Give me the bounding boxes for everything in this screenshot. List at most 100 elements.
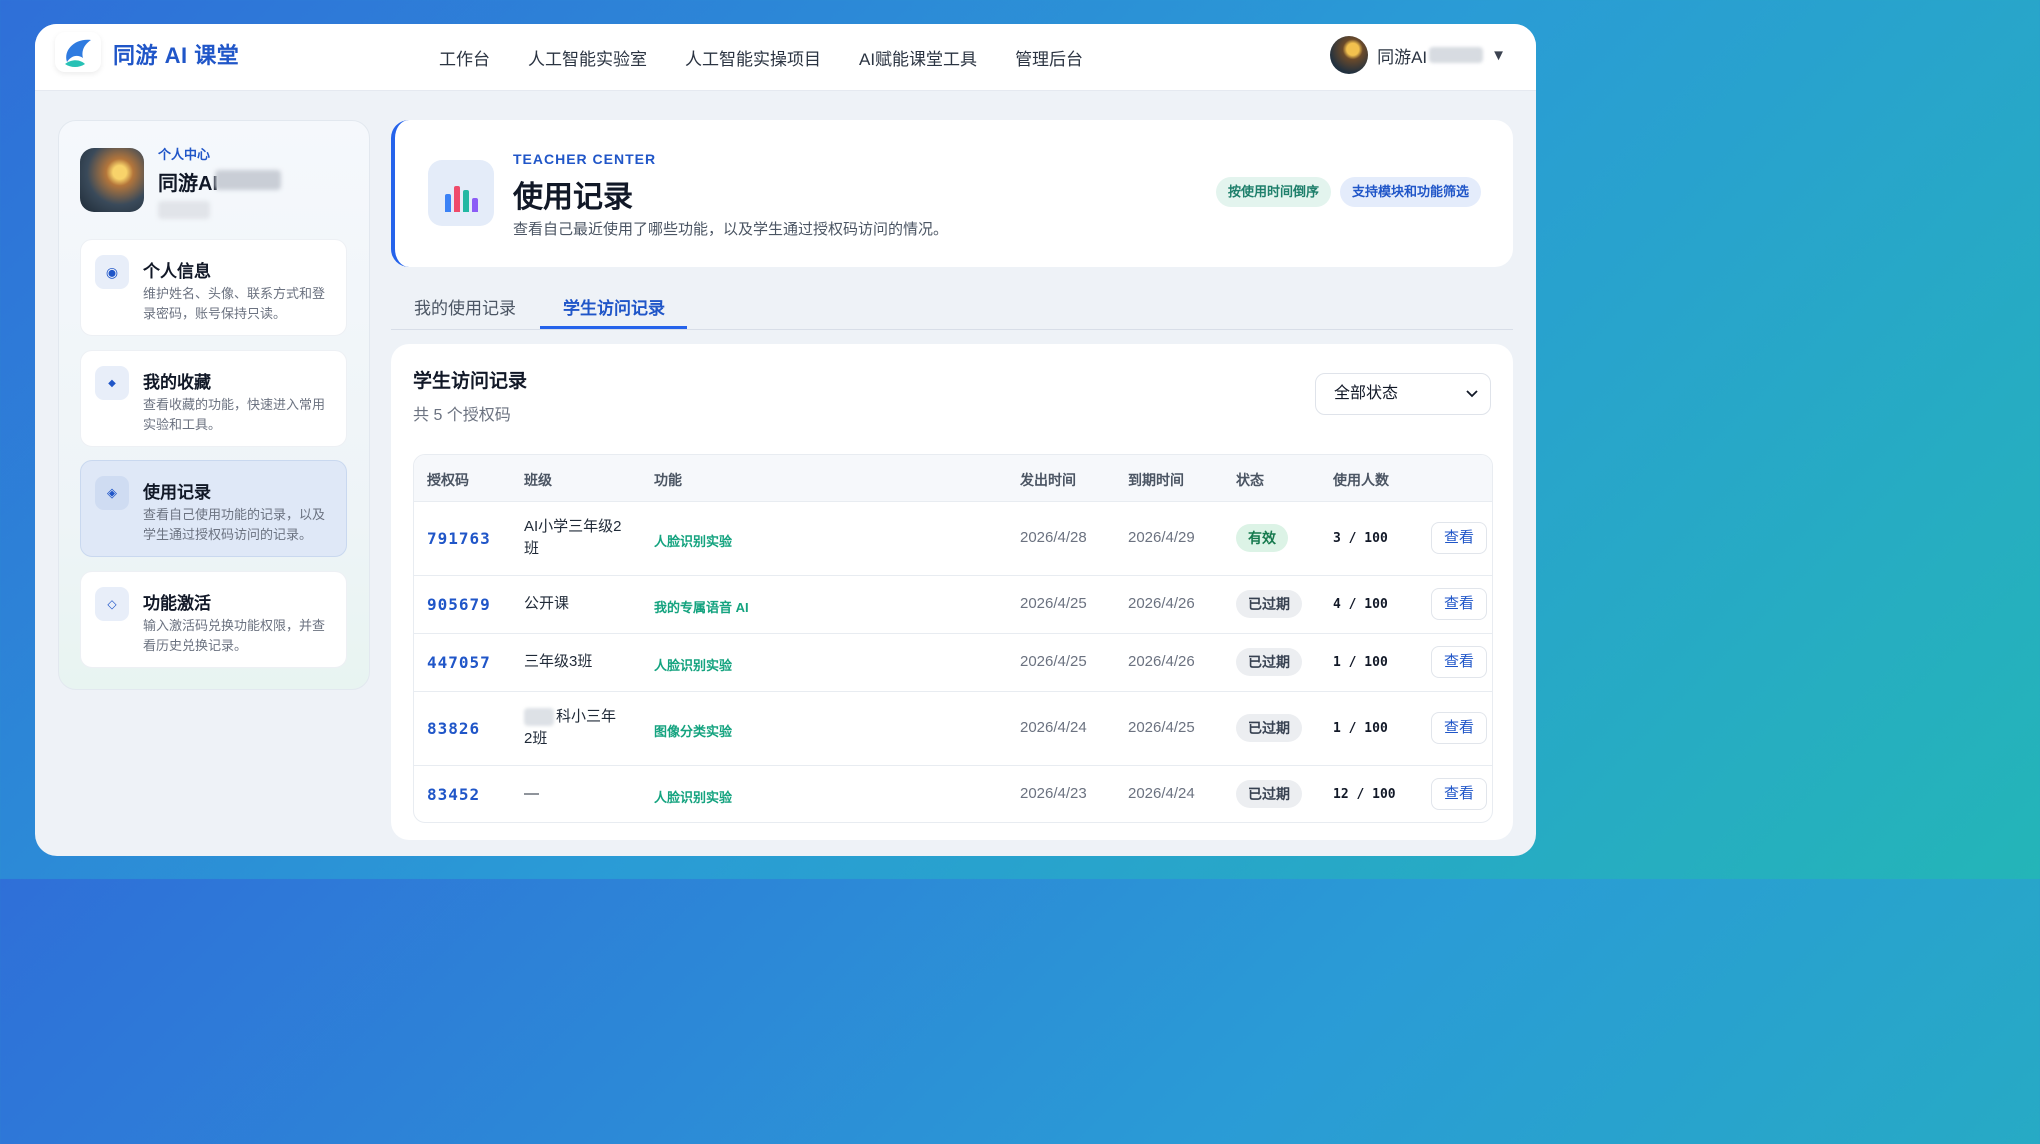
- column-header: 授权码: [427, 472, 469, 488]
- sidebar-item-title: 个人信息: [143, 262, 211, 281]
- record-tabs: 我的使用记录 学生访问记录: [391, 282, 1513, 330]
- tab-student-access[interactable]: 学生访问记录: [563, 294, 665, 319]
- sidebar-item-desc: 查看收藏的功能，快速进入常用实验和工具。: [143, 397, 326, 432]
- access-table: 授权码 班级 功能 发出时间 到期时间 状态 使用人数 791763 AI小学三…: [413, 454, 1493, 823]
- status-badge: 有效: [1236, 524, 1288, 552]
- active-tab-indicator: [540, 326, 687, 329]
- usage-count: 1 / 100: [1333, 655, 1388, 670]
- table-row: 83826 科小三年2班 图像分类实验 2026/4/24 2026/4/25 …: [414, 692, 1492, 766]
- sidebar-item-title: 使用记录: [143, 483, 211, 502]
- sidebar-item-favorites[interactable]: ◆ 我的收藏 查看收藏的功能，快速进入常用实验和工具。: [80, 350, 347, 447]
- view-button[interactable]: 查看: [1431, 522, 1487, 554]
- redacted-text: [524, 708, 554, 727]
- nav-item-ai-projects[interactable]: 人工智能实操项目: [685, 45, 821, 70]
- table-row: 791763 AI小学三年级2班 人脸识别实验 2026/4/28 2026/4…: [414, 502, 1492, 576]
- class-name: 公开课: [524, 595, 570, 612]
- issued-date: 2026/4/25: [1020, 595, 1087, 612]
- student-access-card: 学生访问记录 共 5 个授权码 全部状态 授权码 班级 功能 发出时间 到期时间…: [391, 344, 1513, 840]
- table-row: 905679 公开课 我的专属语音 AI 2026/4/25 2026/4/26…: [414, 576, 1492, 634]
- function-name: 我的专属语音 AI: [654, 600, 749, 615]
- auth-code[interactable]: 905679: [427, 595, 491, 614]
- table-row: 83452 — 人脸识别实验 2026/4/23 2026/4/24 已过期 1…: [414, 766, 1492, 822]
- view-button[interactable]: 查看: [1431, 712, 1487, 744]
- card-title: 学生访问记录: [413, 371, 528, 392]
- page-kicker: TEACHER CENTER: [513, 151, 657, 167]
- sidebar-item-title: 我的收藏: [143, 373, 211, 392]
- profile-avatar: [80, 148, 144, 212]
- expire-date: 2026/4/25: [1128, 719, 1195, 736]
- status-filter-select[interactable]: 全部状态: [1315, 373, 1491, 415]
- status-filter-value: 全部状态: [1334, 385, 1399, 402]
- chevron-down-icon[interactable]: ▼: [1491, 47, 1506, 64]
- class-name: 科小三年2班: [524, 708, 617, 747]
- class-name: 三年级3班: [524, 653, 593, 670]
- diamond-icon: ◆: [95, 366, 129, 400]
- issued-date: 2026/4/24: [1020, 719, 1087, 736]
- page-header: TEACHER CENTER 使用记录 查看自己最近使用了哪些功能，以及学生通过…: [391, 120, 1513, 267]
- profile-section-label: 个人中心: [158, 147, 211, 162]
- usage-count: 4 / 100: [1333, 597, 1388, 612]
- nav-item-admin[interactable]: 管理后台: [1015, 45, 1083, 70]
- auth-code[interactable]: 791763: [427, 529, 491, 548]
- sidebar-item-profile-info[interactable]: ◉ 个人信息 维护姓名、头像、联系方式和登录密码，账号保持只读。: [80, 239, 347, 336]
- view-button[interactable]: 查看: [1431, 778, 1487, 810]
- auth-code[interactable]: 83452: [427, 785, 480, 804]
- diamond-outline-icon: ◇: [95, 587, 129, 621]
- issued-date: 2026/4/28: [1020, 529, 1087, 546]
- expire-date: 2026/4/26: [1128, 595, 1195, 612]
- column-header: 到期时间: [1128, 472, 1184, 488]
- status-badge: 已过期: [1236, 648, 1302, 676]
- view-button[interactable]: 查看: [1431, 646, 1487, 678]
- column-header: 使用人数: [1333, 472, 1389, 488]
- tab-my-usage[interactable]: 我的使用记录: [414, 294, 516, 319]
- page-title: 使用记录: [513, 181, 633, 214]
- class-name: —: [524, 785, 539, 802]
- brand-name[interactable]: 同游 AI 课堂: [113, 38, 239, 70]
- sidebar-item-desc: 查看自己使用功能的记录，以及学生通过授权码访问的记录。: [143, 507, 326, 542]
- column-header: 发出时间: [1020, 472, 1076, 488]
- view-button[interactable]: 查看: [1431, 588, 1487, 620]
- main-nav: 工作台 人工智能实验室 人工智能实操项目 AI赋能课堂工具 管理后台: [439, 24, 1121, 90]
- page-subtitle: 查看自己最近使用了哪些功能，以及学生通过授权码访问的情况。: [513, 221, 949, 238]
- avatar[interactable]: [1330, 36, 1369, 74]
- function-name: 人脸识别实验: [654, 534, 733, 549]
- usage-count: 12 / 100: [1333, 787, 1396, 802]
- table-header: 授权码 班级 功能 发出时间 到期时间 状态 使用人数: [414, 455, 1492, 502]
- expire-date: 2026/4/29: [1128, 529, 1195, 546]
- usage-count: 3 / 100: [1333, 531, 1388, 546]
- redacted-text: [1429, 47, 1484, 63]
- table-row: 447057 三年级3班 人脸识别实验 2026/4/25 2026/4/26 …: [414, 634, 1492, 692]
- redacted-text: [215, 170, 281, 190]
- function-name: 人脸识别实验: [654, 658, 733, 673]
- nav-item-workbench[interactable]: 工作台: [439, 45, 490, 70]
- bar-chart-icon: [428, 160, 494, 226]
- sidebar-item-desc: 维护姓名、头像、联系方式和登录密码，账号保持只读。: [143, 286, 326, 321]
- issued-date: 2026/4/25: [1020, 653, 1087, 670]
- user-name: 同游AI: [1377, 47, 1428, 67]
- status-badge: 已过期: [1236, 780, 1302, 808]
- auth-code[interactable]: 83826: [427, 719, 480, 738]
- redacted-text: [158, 201, 210, 219]
- app-window: 同游 AI 课堂 工作台 人工智能实验室 人工智能实操项目 AI赋能课堂工具 管…: [35, 24, 1536, 856]
- usage-count: 1 / 100: [1333, 721, 1388, 736]
- user-menu[interactable]: 同游AI ▼: [1330, 35, 1506, 75]
- function-name: 人脸识别实验: [654, 790, 733, 805]
- function-name: 图像分类实验: [654, 724, 733, 739]
- nav-item-ai-lab[interactable]: 人工智能实验室: [528, 45, 647, 70]
- sort-chip: 按使用时间倒序: [1216, 177, 1332, 207]
- sidebar-item-activation[interactable]: ◇ 功能激活 输入激活码兑换功能权限，并查看历史兑换记录。: [80, 571, 347, 668]
- status-badge: 已过期: [1236, 590, 1302, 618]
- auth-code[interactable]: 447057: [427, 653, 491, 672]
- code-count: 共 5 个授权码: [413, 407, 511, 424]
- issued-date: 2026/4/23: [1020, 785, 1087, 802]
- diamond-dot-icon: ◈: [95, 476, 129, 510]
- nav-item-classroom-tools[interactable]: AI赋能课堂工具: [859, 45, 977, 70]
- logo-icon[interactable]: [55, 32, 101, 72]
- sidebar-item-title: 功能激活: [143, 594, 211, 613]
- column-header: 班级: [524, 472, 552, 488]
- top-navbar: 同游 AI 课堂 工作台 人工智能实验室 人工智能实操项目 AI赋能课堂工具 管…: [35, 24, 1536, 91]
- chevron-down-icon: [1466, 374, 1478, 430]
- column-header: 状态: [1236, 472, 1264, 488]
- sidebar-item-usage-records[interactable]: ◈ 使用记录 查看自己使用功能的记录，以及学生通过授权码访问的记录。: [80, 460, 347, 557]
- class-name: AI小学三年级2班: [524, 518, 622, 557]
